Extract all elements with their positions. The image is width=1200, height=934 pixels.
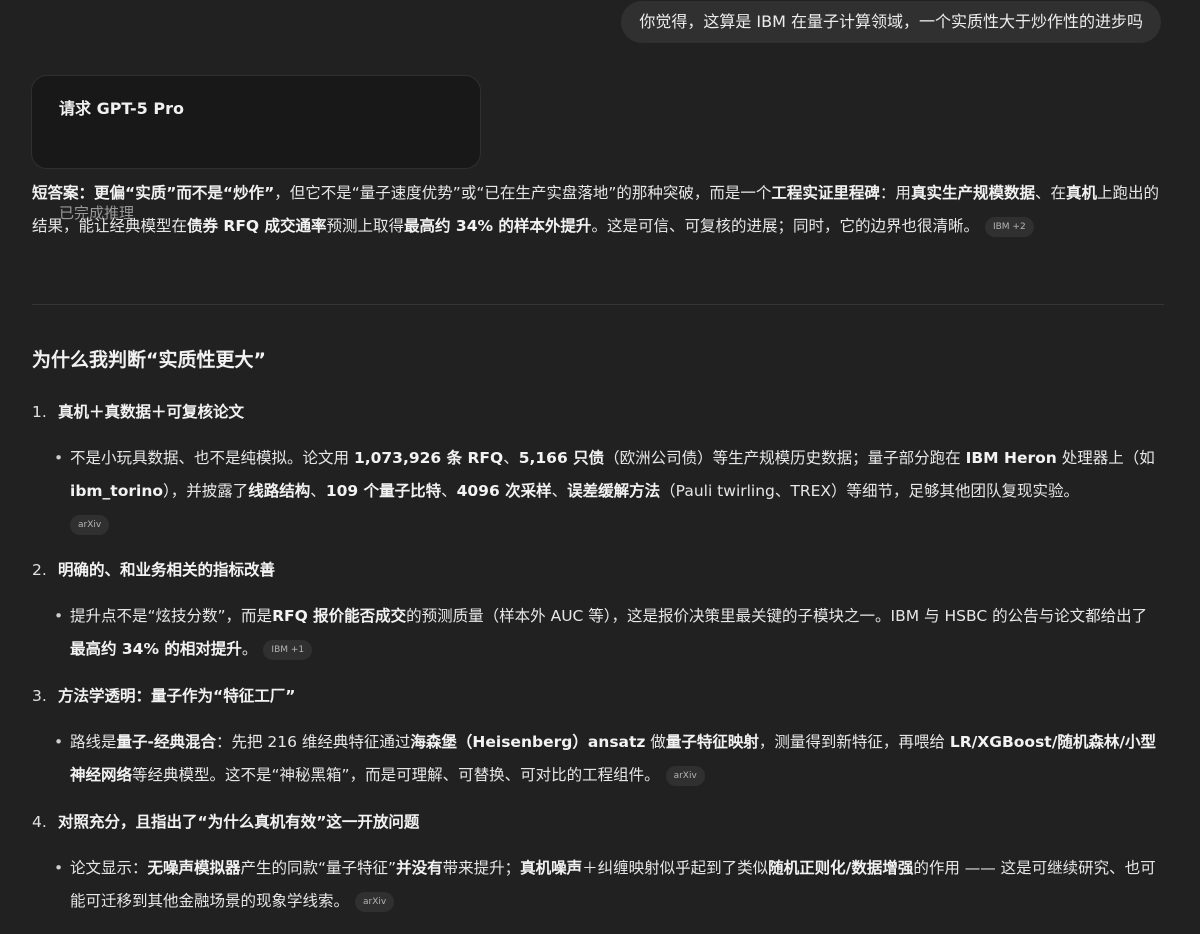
short-answer-text-2: ：用 bbox=[879, 184, 911, 202]
short-answer-colon: ： bbox=[78, 184, 95, 202]
item-number: 2. bbox=[32, 561, 47, 579]
bullet-text-segment: （欧洲公司债）等生产规模历史数据；量子部分跑在 bbox=[604, 449, 966, 467]
bullet-text-segment: 路线是 bbox=[70, 733, 117, 751]
reasoning-request-card[interactable]: 请求 GPT-5 Pro 已完成推理 bbox=[31, 75, 481, 222]
bullet-emphasis: 最高约 34% 的相对提升 bbox=[70, 640, 242, 658]
bullet-emphasis: 5,166 只债 bbox=[518, 449, 605, 467]
bullet-emphasis: 误差缓解方法 bbox=[567, 482, 661, 500]
bullet-text: 提升点不是“炫技分数”，而是RFQ 报价能否成交的预测质量（样本外 AUC 等）… bbox=[70, 600, 1160, 666]
bullet-text: 论文显示：无噪声模拟器产生的同款“量子特征”并没有带来提升；真机噪声＋纠缠映射似… bbox=[70, 852, 1160, 918]
short-answer-emphasis-1: 更偏“实质”而不是“炒作” bbox=[94, 184, 275, 202]
bullet-emphasis: 量子-经典混合 bbox=[116, 733, 216, 751]
bullet-text-segment: 等经典模型。这不是“神秘黑箱”，而是可理解、可替换、可对比的工程组件。 bbox=[132, 766, 660, 784]
short-answer-emphasis-6: 最高约 34% 的样本外提升 bbox=[404, 217, 592, 235]
bullet-emphasis: RFQ 报价能否成交 bbox=[272, 607, 407, 625]
citation-chip-arxiv[interactable]: arXiv bbox=[355, 892, 395, 912]
bullet-item-3: • 路线是量子-经典混合：先把 216 维经典特征通过海森堡（Heisenber… bbox=[54, 726, 1160, 792]
numbered-item-4: 4. 对照充分，且指出了“为什么真机有效”这一开放问题 bbox=[32, 810, 419, 834]
short-answer-text-5: 预测上取得 bbox=[326, 217, 405, 235]
bullet-text-segment: 处理器上（如 bbox=[1056, 449, 1155, 467]
item-number: 1. bbox=[32, 403, 47, 421]
bullet-emphasis: 量子特征映射 bbox=[665, 733, 759, 751]
bullet-text-segment: 提升点不是“炫技分数”，而是 bbox=[70, 607, 273, 625]
bullet-item-4: • 论文显示：无噪声模拟器产生的同款“量子特征”并没有带来提升；真机噪声＋纠缠映… bbox=[54, 852, 1160, 918]
citation-chip-ibm[interactable]: IBM +2 bbox=[984, 217, 1034, 237]
short-answer-emphasis-3: 真实生产规模数据 bbox=[910, 184, 1035, 202]
bullet-text-segment: （Pauli twirling、TREX）等细节，足够其他团队复现实验。 bbox=[660, 482, 1080, 500]
bullet-text-segment: ＋纠缠映射似乎起到了类似 bbox=[582, 859, 769, 877]
citation-chip-arxiv[interactable]: arXiv bbox=[70, 515, 110, 535]
bullet-dot: • bbox=[54, 733, 64, 751]
item-title: 方法学透明：量子作为“特征工厂” bbox=[58, 687, 296, 705]
bullet-emphasis: 海森堡（Heisenberg）ansatz bbox=[410, 733, 646, 751]
item-title: 对照充分，且指出了“为什么真机有效”这一开放问题 bbox=[58, 813, 420, 831]
item-number: 3. bbox=[32, 687, 47, 705]
bullet-dot: • bbox=[54, 859, 64, 877]
bullet-emphasis: IBM Heron bbox=[965, 449, 1057, 467]
request-card-title: 请求 GPT-5 Pro bbox=[59, 99, 184, 118]
short-answer-text-3: 、在 bbox=[1034, 184, 1066, 202]
short-answer-emphasis-5: 债券 RFQ 成交通率 bbox=[187, 217, 327, 235]
item-title: 真机＋真数据＋可复核论文 bbox=[58, 403, 245, 421]
short-answer-paragraph: 短答案：更偏“实质”而不是“炒作”，但它不是“量子速度优势”或“已在生产实盘落地… bbox=[32, 177, 1168, 243]
bullet-emphasis: ibm_torino bbox=[70, 482, 164, 500]
bullet-text-segment: 。 bbox=[241, 640, 258, 658]
bullet-text-segment: ，测量得到新特征，再喂给 bbox=[758, 733, 950, 751]
bullet-text-segment: ），并披露了 bbox=[163, 482, 249, 500]
bullet-dot: • bbox=[54, 449, 64, 467]
bullet-text: 路线是量子-经典混合：先把 216 维经典特征通过海森堡（Heisenberg）… bbox=[70, 726, 1160, 792]
bullet-text-segment: 、 bbox=[551, 482, 568, 500]
bullet-text-segment: 、 bbox=[503, 449, 519, 467]
bullet-emphasis: 109 个量子比特 bbox=[325, 482, 442, 500]
bullet-text-segment: 、 bbox=[441, 482, 457, 500]
bullet-text-segment: 不是小玩具数据、也不是纯模拟。论文用 bbox=[70, 449, 354, 467]
bullet-text-segment: 论文显示： bbox=[70, 859, 148, 877]
bullet-emphasis: 4096 次采样 bbox=[456, 482, 552, 500]
numbered-item-2: 2. 明确的、和业务相关的指标改善 bbox=[32, 558, 275, 582]
bullet-item-1: • 不是小玩具数据、也不是纯模拟。论文用 1,073,926 条 RFQ、5,1… bbox=[54, 442, 1160, 541]
bullet-text-segment: ：先把 216 维经典特征通过 bbox=[215, 733, 411, 751]
citation-chip-arxiv[interactable]: arXiv bbox=[665, 766, 705, 786]
section-divider bbox=[32, 304, 1164, 305]
short-answer-label: 短答案 bbox=[32, 184, 79, 202]
bullet-emphasis: 线路结构 bbox=[248, 482, 311, 500]
bullet-text-segment: 产生的同款“量子特征” bbox=[240, 859, 397, 877]
short-answer-emphasis-4: 真机 bbox=[1065, 184, 1097, 202]
citation-chip-ibm[interactable]: IBM +1 bbox=[263, 640, 313, 660]
bullet-dot: • bbox=[54, 607, 64, 625]
numbered-item-3: 3. 方法学透明：量子作为“特征工厂” bbox=[32, 684, 295, 708]
bullet-emphasis: 随机正则化/数据增强 bbox=[768, 859, 914, 877]
item-number: 4. bbox=[32, 813, 47, 831]
bullet-text-segment: 带来提升； bbox=[442, 859, 521, 877]
user-message-bubble: 你觉得，这算是 IBM 在量子计算领域，一个实质性大于炒作性的进步吗 bbox=[621, 1, 1161, 43]
numbered-item-1: 1. 真机＋真数据＋可复核论文 bbox=[32, 400, 244, 424]
bullet-text-segment: 、 bbox=[310, 482, 326, 500]
bullet-text-segment: 做 bbox=[645, 733, 666, 751]
bullet-text: 不是小玩具数据、也不是纯模拟。论文用 1,073,926 条 RFQ、5,166… bbox=[70, 442, 1160, 541]
bullet-emphasis: 无噪声模拟器 bbox=[147, 859, 241, 877]
short-answer-text-6: 。这是可信、可复核的进展；同时，它的边界也很清晰。 bbox=[591, 217, 979, 235]
short-answer-text-1: ，但它不是“量子速度优势”或“已在生产实盘落地”的那种突破，而是一个 bbox=[274, 184, 772, 202]
item-title: 明确的、和业务相关的指标改善 bbox=[58, 561, 276, 579]
short-answer-emphasis-2: 工程实证里程碑 bbox=[771, 184, 880, 202]
bullet-emphasis: 真机噪声 bbox=[520, 859, 583, 877]
bullet-emphasis: 1,073,926 条 RFQ bbox=[353, 449, 504, 467]
section-heading: 为什么我判断“实质性更大” bbox=[32, 349, 266, 371]
bullet-item-2: • 提升点不是“炫技分数”，而是RFQ 报价能否成交的预测质量（样本外 AUC … bbox=[54, 600, 1160, 666]
bullet-text-segment: 的预测质量（样本外 AUC 等），这是报价决策里最关键的子模块之一。IBM 与 … bbox=[406, 607, 1148, 625]
bullet-emphasis: 并没有 bbox=[396, 859, 443, 877]
